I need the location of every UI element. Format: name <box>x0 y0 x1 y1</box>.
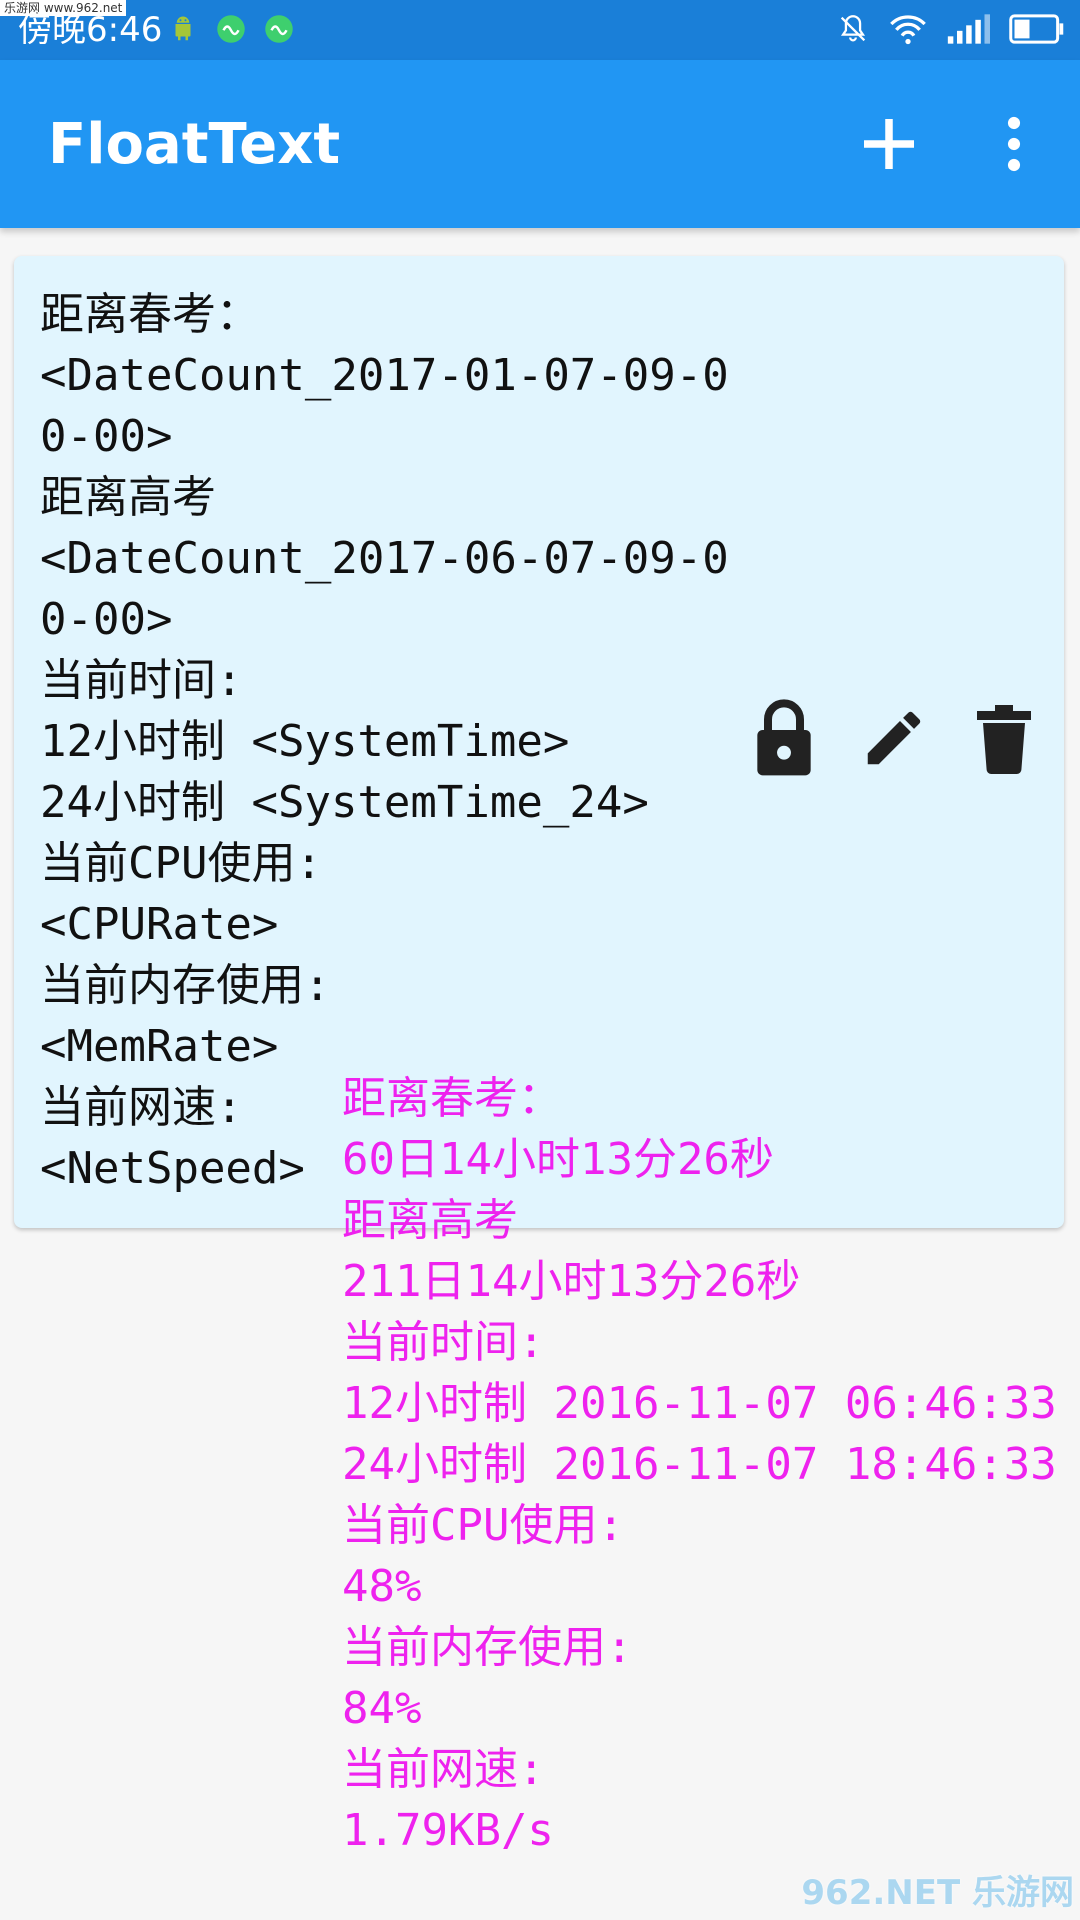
wifi-icon <box>890 15 926 45</box>
floating-text-overlay[interactable]: 距离春考： 60日14小时13分26秒 距离高考 211日14小时13分26秒 … <box>342 1068 1057 1861</box>
add-button[interactable] <box>845 100 933 188</box>
card-actions <box>749 696 1039 780</box>
delete-icon <box>977 705 1031 774</box>
signal-icon <box>947 14 990 44</box>
battery-icon <box>1009 14 1064 44</box>
more-vert-icon <box>1007 116 1021 172</box>
delete-button[interactable] <box>969 696 1039 780</box>
status-time: 傍晚6:46 <box>18 10 163 50</box>
system-icons <box>836 12 1066 46</box>
lock-button[interactable] <box>749 696 819 780</box>
notification-icons <box>168 14 294 44</box>
template-text: 距离春考： <DateCount_2017-01-07-09-00-00> 距离… <box>40 289 729 1194</box>
overflow-menu-button[interactable] <box>970 100 1058 188</box>
android-icon <box>175 16 191 41</box>
silent-bell-icon <box>840 15 866 42</box>
edit-button[interactable] <box>859 696 929 780</box>
app-bar: FloatText <box>0 60 1080 228</box>
app-icon <box>265 15 293 43</box>
status-bar: 乐游网 www.962.net 傍晚6:46 <box>0 0 1080 60</box>
plus-icon <box>864 119 914 169</box>
app-icon <box>217 15 245 43</box>
app-title: FloatText <box>48 112 341 177</box>
edit-icon <box>867 711 921 765</box>
lock-icon <box>757 699 811 776</box>
watermark-bottom: 962.NET 乐游网 <box>801 1873 1074 1913</box>
